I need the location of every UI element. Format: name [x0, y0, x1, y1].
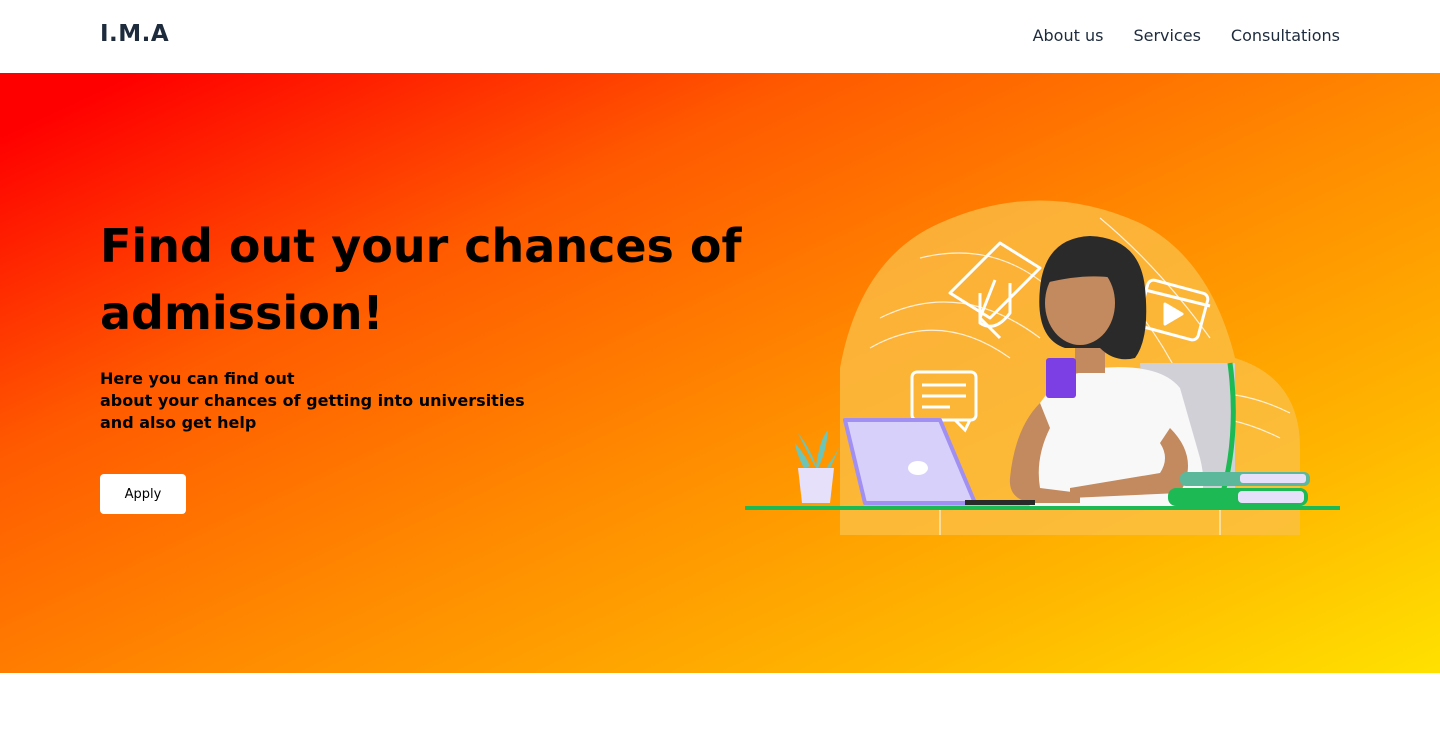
cup-icon — [1046, 358, 1076, 398]
hero-illustration — [745, 200, 1340, 535]
site-header: I.M.A About us Services Consultations — [0, 0, 1440, 73]
nav-consultations[interactable]: Consultations — [1231, 26, 1340, 45]
logo[interactable]: I.M.A — [100, 21, 169, 47]
apply-button[interactable]: Apply — [100, 474, 186, 514]
hero-subtitle-line: and also get help — [100, 413, 257, 432]
books-icon — [1168, 472, 1310, 506]
hero-title: Find out your chances of admission! — [100, 219, 742, 340]
nav-about-us[interactable]: About us — [1033, 26, 1104, 45]
plant-icon — [795, 430, 840, 503]
main-nav: About us Services Consultations — [1033, 26, 1340, 45]
hero-section: Find out your chances of admission! Here… — [0, 73, 1440, 673]
hero-subtitle-line: Here you can find out — [100, 369, 295, 388]
nav-services[interactable]: Services — [1133, 26, 1200, 45]
hero-subtitle: Here you can find out about your chances… — [100, 368, 525, 434]
desk — [745, 506, 1340, 510]
hero-subtitle-line: about your chances of getting into unive… — [100, 391, 525, 410]
page-below-hero — [0, 673, 1440, 733]
